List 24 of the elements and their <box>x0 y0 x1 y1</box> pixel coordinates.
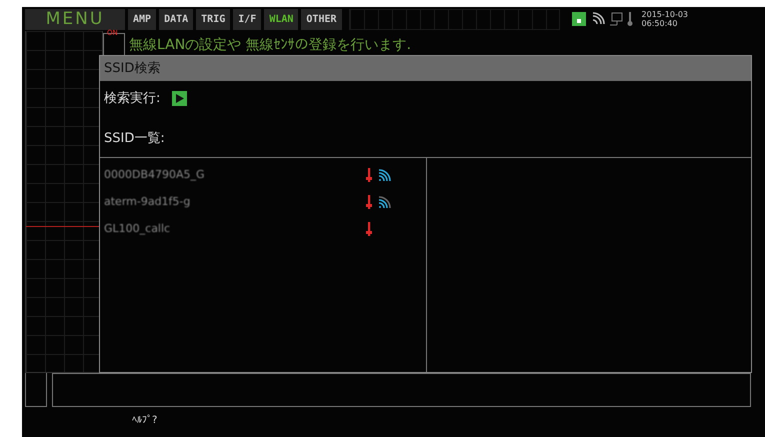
tab[interactable]: WLAN <box>264 8 298 30</box>
wifi-icon <box>590 12 605 26</box>
tab[interactable]: TRIG <box>196 8 230 30</box>
pin-icon <box>366 195 372 209</box>
tab[interactable]: OTHER <box>301 8 342 30</box>
thermometer-icon <box>626 12 633 26</box>
play-button[interactable] <box>172 91 188 106</box>
status-time: 06:50:40 <box>642 19 678 28</box>
search-label: 検索実行: <box>103 90 160 108</box>
tab[interactable]: AMP <box>128 8 156 30</box>
card-icon <box>570 11 587 27</box>
play-icon <box>176 94 184 104</box>
pin-icon <box>366 168 372 182</box>
status-date: 2015-10-03 <box>642 10 688 19</box>
network-icon <box>608 12 623 26</box>
menu-button[interactable]: MENU <box>25 8 125 30</box>
info-message: 無線LANの設定や 無線ｾﾝｻの登録を行います. <box>129 36 412 55</box>
tab[interactable]: DATA <box>159 8 194 30</box>
small-box <box>25 373 47 407</box>
help-text[interactable]: ﾍﾙﾌﾟ? <box>132 413 765 428</box>
list-label: SSID一覧: <box>103 130 165 146</box>
tab[interactable]: I/F <box>233 8 262 30</box>
pin-icon <box>366 222 372 236</box>
dialog-title: SSID検索 <box>100 56 751 81</box>
